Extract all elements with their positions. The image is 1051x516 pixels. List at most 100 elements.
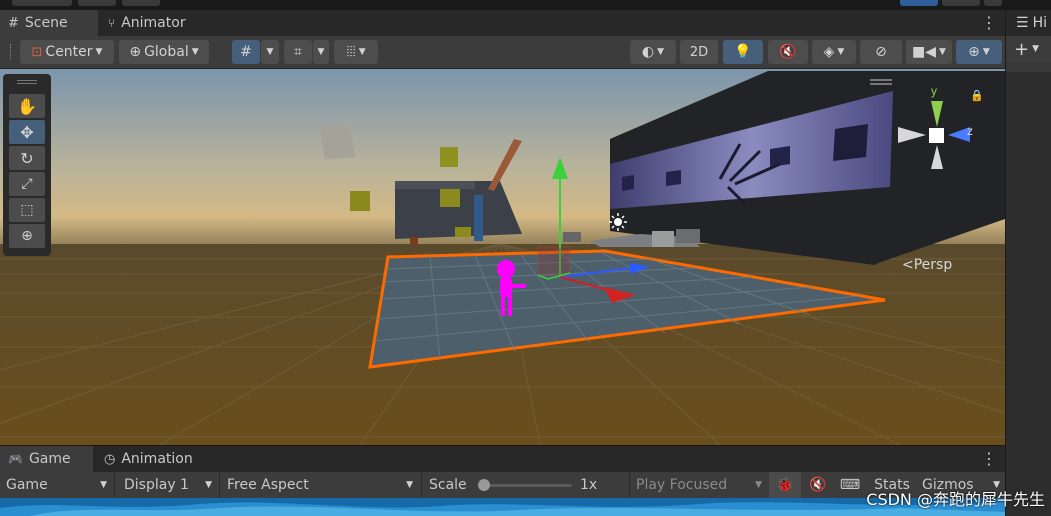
chevron-down-icon: ▼ [1032, 44, 1040, 54]
shortcuts-button[interactable]: ⌨ [835, 472, 865, 498]
frame-debugger-button[interactable]: 🐞 [769, 472, 801, 498]
tab-animation-label: Animation [121, 451, 193, 467]
gamepad-icon: 🎮 [8, 452, 23, 466]
top-button[interactable] [942, 0, 980, 6]
toolbar-grip [10, 44, 13, 60]
chevron-down-icon: ▼ [755, 480, 762, 490]
aspect-dropdown[interactable]: Free Aspect ▼ [221, 472, 419, 498]
play-mode-label: Play Focused [636, 477, 728, 493]
tab-animation[interactable]: ◷ Animation [96, 446, 206, 472]
rotate-icon: ↻ [20, 148, 34, 168]
rect-tool-button[interactable]: ⬚ [9, 198, 45, 222]
hidden-objects-toggle[interactable]: ⊘ [860, 40, 902, 64]
rotate-tool-button[interactable]: ↻ [9, 146, 45, 170]
top-strip [0, 0, 1051, 10]
space-dropdown[interactable]: ⊕ Global ▼ [119, 40, 209, 64]
camera-settings-dropdown[interactable]: ■◀ ▼ [906, 40, 952, 64]
divider [421, 472, 422, 498]
more-menu-icon[interactable]: ⋮ [981, 449, 997, 468]
display-label: Display 1 [124, 477, 189, 493]
game-view-dropdown[interactable]: Game ▼ [0, 472, 113, 498]
grid-lines-icon: ⦙⦙⦙ [346, 44, 356, 60]
top-button[interactable] [78, 0, 116, 6]
snap-magnet-icon: ⌗ [294, 44, 302, 60]
grid-snap-dropdown[interactable]: ▼ [261, 40, 279, 64]
grid-snap-icon: # [240, 44, 252, 60]
audio-toggle-button[interactable]: 🔇 [768, 40, 808, 64]
transform-icon: ⊕ [21, 228, 33, 244]
cube-olive [440, 189, 460, 207]
animator-icon: ⑂ [108, 16, 116, 30]
top-button[interactable] [984, 0, 1002, 6]
gizmos-dropdown[interactable]: ⊕ ▼ [956, 40, 1002, 64]
increment-snap-dropdown[interactable]: ▼ [313, 40, 329, 64]
globe-icon: ⊕ [129, 44, 142, 60]
tab-hierarchy-label: Hi [1032, 15, 1047, 31]
chevron-down-icon: ▼ [317, 47, 325, 57]
tab-scene[interactable]: # Scene [0, 10, 98, 36]
top-button[interactable] [900, 0, 938, 6]
hierarchy-add-button[interactable]: + ▼ [1006, 36, 1051, 62]
slider-thumb[interactable] [478, 479, 490, 491]
bug-icon: 🐞 [776, 477, 794, 493]
2d-label: 2D [689, 44, 709, 60]
gizmo-globe-icon: ⊕ [968, 44, 980, 60]
aspect-label: Free Aspect [227, 477, 309, 493]
tab-animator-label: Animator [121, 15, 186, 31]
eye-slash-icon: ⊘ [875, 44, 887, 60]
chevron-down-icon: ▼ [939, 47, 946, 57]
draw-mode-dropdown[interactable]: ◐ ▼ [630, 40, 676, 64]
move-tool-button[interactable]: ✥ [9, 120, 45, 144]
gizmo-y-label: y [931, 84, 937, 98]
2d-toggle-button[interactable]: 2D [680, 40, 718, 64]
clock-icon: ◷ [104, 451, 116, 467]
divider [114, 472, 115, 498]
game-toolbar: Game ▼ Display 1 ▼ Free Aspect ▼ Scale 1… [0, 472, 1005, 498]
shading-mode-icon: ◐ [641, 44, 655, 60]
move-arrows-icon: ✥ [20, 122, 34, 142]
pivot-dropdown[interactable]: ⊡ Center ▼ [20, 40, 114, 64]
hierarchy-panel: ☰ Hi + ▼ [1005, 10, 1051, 516]
watermark: CSDN @奔跑的犀牛先生 [866, 490, 1045, 509]
hierarchy-list[interactable] [1006, 72, 1051, 516]
chevron-down-icon: ▼ [982, 47, 990, 57]
chevron-down-icon: ▼ [100, 480, 107, 490]
chevron-down-icon: ▼ [406, 480, 413, 490]
layers-icon: ◈ [823, 44, 835, 60]
scale-tool-button[interactable]: ⤢ [9, 172, 45, 196]
scale-icon: ⤢ [21, 176, 33, 192]
game-tab-bar: 🎮 Game ◷ Animation ⋮ [0, 446, 1005, 472]
display-dropdown[interactable]: Display 1 ▼ [118, 472, 218, 498]
top-button[interactable] [12, 0, 72, 6]
transform-tool-button[interactable]: ⊕ [9, 224, 45, 248]
hand-tool-button[interactable]: ✋ [9, 94, 45, 118]
mute-audio-button[interactable]: 🔇 [803, 472, 833, 498]
crate [676, 229, 700, 243]
play-mode-dropdown[interactable]: Play Focused ▼ [631, 472, 767, 498]
lighting-toggle-button[interactable]: 💡 [723, 40, 763, 64]
keyboard-icon: ⌨ [839, 477, 861, 493]
grid-snap-button[interactable]: # [232, 40, 260, 64]
effects-dropdown[interactable]: ◈ ▼ [812, 40, 856, 64]
top-button[interactable] [122, 0, 160, 6]
increment-snap-button[interactable]: ⌗ [284, 40, 312, 64]
more-menu-icon[interactable]: ⋮ [981, 13, 997, 32]
divider [629, 472, 630, 498]
lock-icon[interactable]: 🔒 [970, 89, 984, 102]
chevron-down-icon: ▼ [191, 47, 199, 57]
pillar [474, 195, 483, 241]
grid-visibility-dropdown[interactable]: ⦙⦙⦙ ▼ [334, 40, 378, 64]
crate [563, 232, 581, 242]
grid-icon: # [8, 15, 19, 31]
scene-render: y z 🔒 [0, 69, 1005, 445]
tab-animator[interactable]: ⑂ Animator [100, 10, 200, 36]
add-icon: + [1014, 38, 1030, 60]
projection-label[interactable]: <Persp [902, 257, 952, 273]
palette-grip[interactable] [17, 80, 37, 84]
scale-slider[interactable] [478, 479, 572, 491]
tab-game[interactable]: 🎮 Game [0, 446, 93, 472]
tab-hierarchy[interactable]: ☰ Hi [1006, 10, 1051, 36]
game-view[interactable] [0, 498, 1005, 516]
scene-viewport[interactable]: y z 🔒 <Persp [0, 69, 1005, 445]
chevron-down-icon: ▼ [358, 47, 366, 57]
